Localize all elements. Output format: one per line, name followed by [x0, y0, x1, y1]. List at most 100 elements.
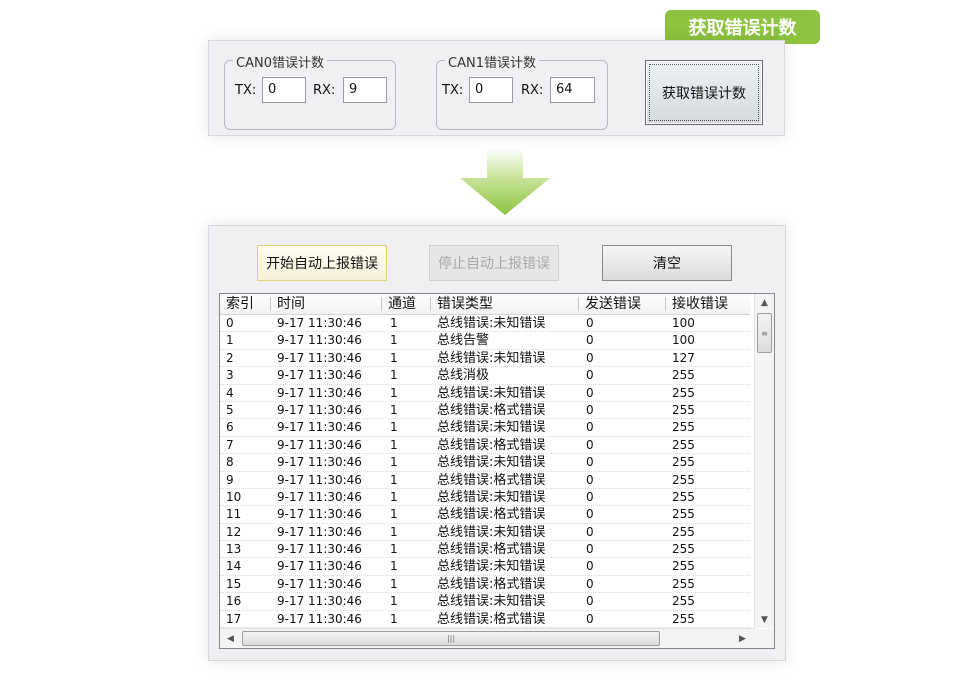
table-row[interactable]: 7 9-17 11:30:46 1 总线错误:格式错误 0 255	[220, 437, 750, 455]
table-row[interactable]: 6 9-17 11:30:46 1 总线错误:未知错误 0 255	[220, 419, 750, 437]
cell-index: 3	[226, 368, 234, 383]
cell-rx-error: 255	[672, 594, 695, 609]
cell-tx-error: 0	[586, 559, 594, 574]
can1-rx-field[interactable]: 64	[550, 77, 595, 103]
cell-channel: 1	[390, 559, 398, 574]
table-row[interactable]: 13 9-17 11:30:46 1 总线错误:格式错误 0 255	[220, 541, 750, 559]
cell-rx-error: 255	[672, 524, 695, 539]
cell-rx-error: 255	[672, 437, 695, 452]
table-row[interactable]: 5 9-17 11:30:46 1 总线错误:格式错误 0 255	[220, 402, 750, 420]
column-header-time[interactable]: 时间	[271, 294, 381, 314]
clear-button[interactable]: 清空	[602, 245, 732, 281]
scroll-left-icon[interactable]: ◀	[222, 630, 239, 647]
cell-time: 9-17 11:30:46	[277, 542, 362, 557]
cell-index: 15	[226, 576, 242, 591]
cell-time: 9-17 11:30:46	[277, 576, 362, 591]
scroll-up-icon[interactable]: ▲	[756, 294, 773, 311]
can0-group: CAN0错误计数 TX: 0 RX: 9	[224, 52, 396, 130]
cell-rx-error: 255	[672, 455, 695, 470]
horizontal-scroll-thumb[interactable]: |||	[242, 631, 660, 646]
cell-rx-error: 255	[672, 368, 695, 383]
table-row[interactable]: 14 9-17 11:30:46 1 总线错误:未知错误 0 255	[220, 558, 750, 576]
cell-tx-error: 0	[586, 455, 594, 470]
can1-group-title: CAN1错误计数	[445, 52, 539, 71]
can1-tx-field[interactable]: 0	[469, 77, 513, 103]
table-row[interactable]: 0 9-17 11:30:46 1 总线错误:未知错误 0 100	[220, 315, 750, 333]
table-row[interactable]: 16 9-17 11:30:46 1 总线错误:未知错误 0 255	[220, 593, 750, 611]
cell-tx-error: 0	[586, 402, 594, 417]
cell-rx-error: 255	[672, 559, 695, 574]
column-header-channel[interactable]: 通道	[382, 294, 430, 314]
vertical-scroll-thumb[interactable]: ≡	[757, 313, 772, 353]
cell-time: 9-17 11:30:46	[277, 368, 362, 383]
table-row[interactable]: 11 9-17 11:30:46 1 总线错误:格式错误 0 255	[220, 506, 750, 524]
vertical-scrollbar[interactable]: ▲ ≡ ▼	[754, 294, 774, 628]
column-header-index[interactable]: 索引	[220, 294, 270, 314]
table-row[interactable]: 2 9-17 11:30:46 1 总线错误:未知错误 0 127	[220, 350, 750, 368]
cell-rx-error: 255	[672, 472, 695, 487]
cell-time: 9-17 11:30:46	[277, 455, 362, 470]
table-row[interactable]: 1 9-17 11:30:46 1 总线告警 0 100	[220, 332, 750, 350]
cell-tx-error: 0	[586, 576, 594, 591]
table-row[interactable]: 17 9-17 11:30:46 1 总线错误:格式错误 0 255	[220, 611, 750, 629]
scroll-right-icon[interactable]: ▶	[734, 630, 751, 647]
table-row[interactable]: 9 9-17 11:30:46 1 总线错误:格式错误 0 255	[220, 472, 750, 489]
cell-index: 2	[226, 350, 234, 365]
cell-index: 17	[226, 611, 242, 626]
cell-time: 9-17 11:30:46	[277, 472, 362, 487]
cell-time: 9-17 11:30:46	[277, 524, 362, 539]
cell-tx-error: 0	[586, 350, 594, 365]
cell-tx-error: 0	[586, 385, 594, 400]
cell-index: 13	[226, 542, 242, 557]
cell-rx-error: 255	[672, 507, 695, 522]
can0-rx-label: RX:	[313, 83, 336, 98]
table-row[interactable]: 4 9-17 11:30:46 1 总线错误:未知错误 0 255	[220, 385, 750, 402]
cell-index: 0	[226, 316, 234, 330]
horizontal-scrollbar[interactable]: ◀ ||| ▶	[220, 628, 755, 648]
can0-tx-field[interactable]: 0	[262, 77, 306, 103]
cell-tx-error: 0	[586, 507, 594, 522]
cell-rx-error: 255	[672, 420, 695, 435]
cell-index: 11	[226, 507, 242, 522]
cell-error-type: 总线错误:未知错误	[437, 524, 546, 540]
cell-channel: 1	[390, 420, 398, 435]
column-header-rx-error[interactable]: 接收错误	[666, 294, 750, 314]
cell-tx-error: 0	[586, 524, 594, 539]
get-error-count-button[interactable]: 获取错误计数	[645, 60, 763, 125]
scroll-down-icon[interactable]: ▼	[756, 611, 773, 628]
scrollbar-corner	[755, 629, 774, 648]
error-list[interactable]: 索引 时间 通道 错误类型 发送错误 接收错误 0 9-17 11:30:46 1 总…	[219, 293, 775, 649]
cell-time: 9-17 11:30:46	[277, 333, 362, 348]
cell-index: 1	[226, 333, 234, 348]
cell-index: 12	[226, 524, 242, 539]
cell-error-type: 总线错误:未知错误	[437, 316, 546, 331]
cell-error-type: 总线错误:格式错误	[437, 542, 546, 558]
cell-tx-error: 0	[586, 594, 594, 609]
column-header-error-type[interactable]: 错误类型	[431, 294, 578, 314]
column-header-tx-error[interactable]: 发送错误	[579, 294, 665, 314]
table-row[interactable]: 12 9-17 11:30:46 1 总线错误:未知错误 0 255	[220, 524, 750, 542]
start-auto-report-button[interactable]: 开始自动上报错误	[257, 245, 387, 281]
table-row[interactable]: 15 9-17 11:30:46 1 总线错误:格式错误 0 255	[220, 576, 750, 594]
table-row[interactable]: 10 9-17 11:30:46 1 总线错误:未知错误 0 255	[220, 489, 750, 507]
cell-error-type: 总线错误:格式错误	[437, 472, 546, 488]
cell-tx-error: 0	[586, 316, 594, 330]
cell-index: 7	[226, 437, 234, 452]
cell-tx-error: 0	[586, 368, 594, 383]
table-row[interactable]: 3 9-17 11:30:46 1 总线消极 0 255	[220, 367, 750, 385]
can0-rx-field[interactable]: 9	[343, 77, 387, 103]
cell-rx-error: 100	[672, 316, 695, 330]
error-counter-panel: CAN0错误计数 TX: 0 RX: 9 CAN1错误计数 TX: 0 RX: …	[208, 40, 785, 136]
can0-tx-label: TX:	[235, 83, 257, 98]
cell-rx-error: 100	[672, 333, 695, 348]
cell-tx-error: 0	[586, 333, 594, 348]
cell-time: 9-17 11:30:46	[277, 489, 362, 504]
cell-index: 6	[226, 420, 234, 435]
cell-channel: 1	[390, 402, 398, 417]
stop-auto-report-button[interactable]: 停止自动上报错误	[429, 245, 559, 281]
cell-time: 9-17 11:30:46	[277, 611, 362, 626]
cell-tx-error: 0	[586, 420, 594, 435]
cell-time: 9-17 11:30:46	[277, 350, 362, 365]
table-row[interactable]: 8 9-17 11:30:46 1 总线错误:未知错误 0 255	[220, 454, 750, 472]
cell-time: 9-17 11:30:46	[277, 507, 362, 522]
